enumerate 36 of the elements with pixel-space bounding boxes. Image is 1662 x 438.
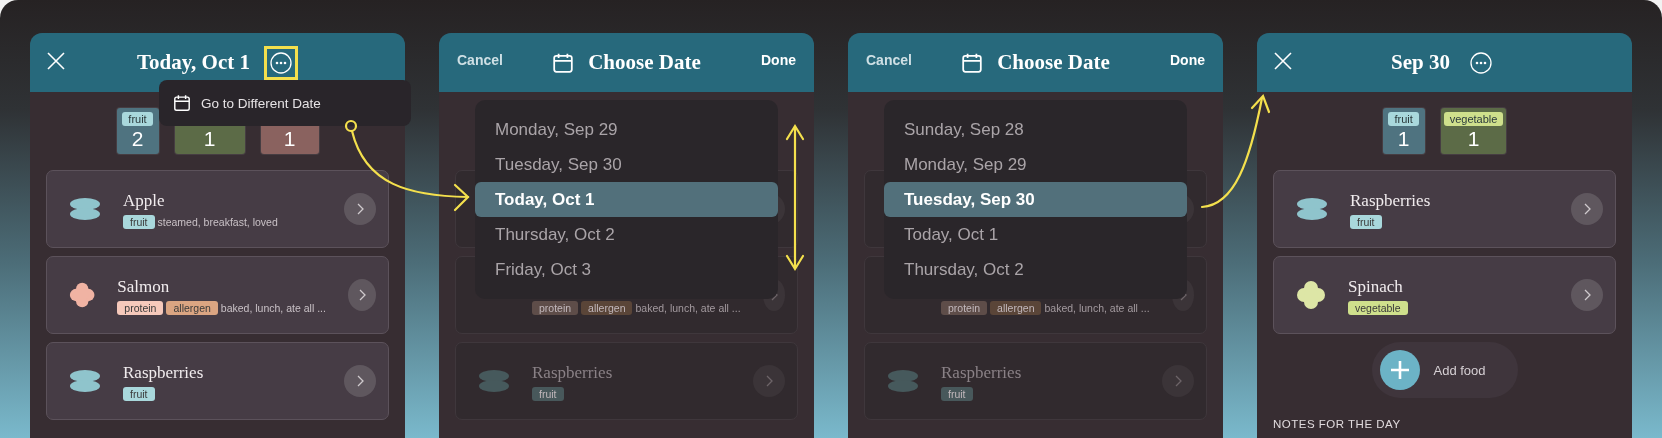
food-tag: protein (532, 301, 579, 315)
tile-count: 1 (203, 126, 216, 152)
tile-label: vegetable (1443, 112, 1504, 126)
food-tag: fruit (941, 387, 973, 401)
screen-title: Today, Oct 1 (137, 50, 250, 75)
food-tag: protein (941, 301, 988, 315)
screen-title: Choose Date (588, 50, 701, 75)
food-tag: fruit (1350, 215, 1382, 229)
food-note: baked, lunch, ate all ... (1044, 302, 1150, 314)
food-name: Raspberries (123, 363, 205, 383)
screen-title: Choose Date (997, 50, 1110, 75)
food-tag: vegetable (1348, 301, 1408, 315)
food-name: Raspberries (1350, 191, 1432, 211)
food-name: Salmon (117, 277, 171, 297)
screen-title: Sep 30 (1391, 50, 1450, 75)
food-tag: allergen (990, 301, 1042, 315)
food-tag: fruit (532, 387, 564, 401)
food-tag: fruit (123, 215, 155, 229)
food-tag: allergen (166, 301, 218, 315)
tile-label: fruit (1388, 112, 1419, 126)
food-tag: protein (117, 301, 164, 315)
food-note: steamed, breakfast, loved (157, 216, 278, 228)
food-note: baked, lunch, ate all ... (220, 302, 326, 314)
tile-count: 1 (1467, 126, 1480, 152)
tile-label: fruit (122, 112, 153, 126)
tile-count: 1 (283, 126, 296, 152)
food-tag: fruit (123, 387, 155, 401)
food-note: baked, lunch, ate all ... (635, 302, 741, 314)
tile-count: 2 (131, 126, 144, 152)
food-name: Raspberries (532, 363, 614, 383)
food-tag: allergen (581, 301, 633, 315)
food-name: Spinach (1348, 277, 1404, 297)
food-name: Raspberries (941, 363, 1023, 383)
tile-count: 1 (1397, 126, 1410, 152)
notes-heading: NOTES FOR THE DAY (1273, 418, 1402, 430)
food-name: Apple (123, 191, 166, 211)
